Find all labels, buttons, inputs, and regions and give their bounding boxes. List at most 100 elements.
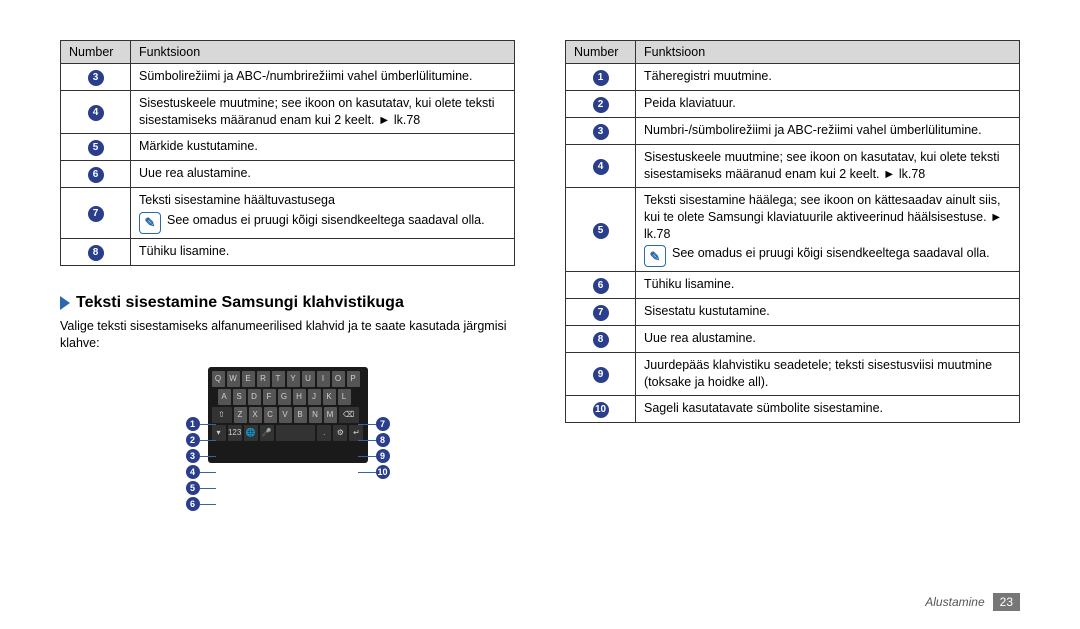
row-number-cell: 9: [566, 353, 636, 396]
callout-number: 7: [376, 417, 390, 431]
callout-number: 4: [186, 465, 200, 479]
number-badge: 8: [88, 245, 104, 261]
keyboard-key: W: [227, 371, 240, 387]
footer-section-label: Alustamine: [925, 595, 984, 609]
row-text: Peida klaviatuur.: [644, 95, 1011, 112]
row-function-cell: Sümbolirežiimi ja ABC-/numbrirežiimi vah…: [131, 64, 515, 91]
col-header-number: Number: [61, 41, 131, 64]
row-function-cell: Sageli kasutatavate sümbolite sisestamin…: [636, 396, 1020, 423]
col-header-function: Funktsioon: [636, 41, 1020, 64]
callout-line: [200, 424, 216, 425]
keyboard-key: P: [347, 371, 360, 387]
row-number-cell: 6: [566, 272, 636, 299]
callout-line: [358, 440, 376, 441]
row-number-cell: 6: [61, 160, 131, 187]
keyboard-key: S: [233, 389, 246, 405]
keyboard-key: E: [242, 371, 255, 387]
number-badge: 3: [593, 124, 609, 140]
row-number-cell: 4: [566, 145, 636, 188]
keyboard-key: I: [317, 371, 330, 387]
table-row: 7 Teksti sisestamine häältuvastusega ✎ See …: [61, 187, 515, 238]
keyboard-key: C: [264, 407, 277, 423]
keyboard-key: D: [248, 389, 261, 405]
table-row: 3 Numbri-/sümbolirežiimi ja ABC-režiimi v…: [566, 118, 1020, 145]
number-badge: 6: [88, 167, 104, 183]
note-row: ✎ See omadus ei pruugi kõigi sisendkeelte…: [139, 212, 506, 234]
callout-number: 3: [186, 449, 200, 463]
chevron-icon: [60, 296, 70, 310]
row-text: Sisestatu kustutamine.: [644, 303, 1011, 320]
callout-number: 9: [376, 449, 390, 463]
number-badge: 9: [593, 367, 609, 383]
number-badge: 3: [88, 70, 104, 86]
keyboard-key: U: [302, 371, 315, 387]
row-text: Juurdepääs klahvistiku seadetele; teksti…: [644, 357, 1011, 391]
keyboard-key: Y: [287, 371, 300, 387]
row-function-cell: Numbri-/sümbolirežiimi ja ABC-režiimi va…: [636, 118, 1020, 145]
keyboard-key: M: [324, 407, 337, 423]
table-row: 8 Tühiku lisamine.: [61, 238, 515, 265]
callout-line: [200, 472, 216, 473]
number-badge: 7: [593, 305, 609, 321]
keyboard-key: B: [294, 407, 307, 423]
settings-key: ⚙: [333, 425, 347, 441]
row-text: Teksti sisestamine häälega; see ikoon on…: [644, 192, 1011, 243]
callout-line: [358, 424, 376, 425]
table-row: 5Märkide kustutamine.: [61, 133, 515, 160]
row-function-cell: Tühiku lisamine.: [636, 272, 1020, 299]
table-row: 5Teksti sisestamine häälega; see ikoon o…: [566, 187, 1020, 272]
callout-line: [200, 440, 216, 441]
row-function-cell: Teksti sisestamine häälega; see ikoon on…: [636, 187, 1020, 272]
row-text: Tühiku lisamine.: [139, 243, 506, 260]
table-row: 2 Peida klaviatuur.: [566, 91, 1020, 118]
row-text: Uue rea alustamine.: [139, 165, 506, 182]
number-badge: 1: [593, 70, 609, 86]
keyboard-key: V: [279, 407, 292, 423]
mode-key: 123: [228, 425, 242, 441]
callout-line: [200, 456, 216, 457]
keyboard-key: Z: [234, 407, 247, 423]
note-row: ✎ See omadus ei pruugi kõigi sisendkeelte…: [644, 245, 1011, 267]
row-text: Sageli kasutatavate sümbolite sisestamin…: [644, 400, 1011, 417]
row-text: Sisestuskeele muutmine; see ikoon on kas…: [139, 95, 506, 129]
page-number: 23: [993, 593, 1020, 611]
table-row: 6 Tühiku lisamine.: [566, 272, 1020, 299]
keyboard-key: Q: [212, 371, 225, 387]
row-text: Uue rea alustamine.: [644, 330, 1011, 347]
note-icon: ✎: [644, 245, 666, 267]
keyboard-key: O: [332, 371, 345, 387]
mic-key: 🎤: [260, 425, 274, 441]
row-function-cell: Sisestuskeele muutmine; see ikoon on kas…: [636, 145, 1020, 188]
row-function-cell: Sisestuskeele muutmine; see ikoon on kas…: [131, 91, 515, 134]
number-badge: 2: [593, 97, 609, 113]
keyboard-key: J: [308, 389, 321, 405]
number-badge: 4: [88, 105, 104, 121]
callout-number: 2: [186, 433, 200, 447]
note-text: See omadus ei pruugi kõigi sisendkeelteg…: [672, 245, 1011, 262]
table-row: 4Sisestuskeele muutmine; see ikoon on ka…: [566, 145, 1020, 188]
table-row: 10 Sageli kasutatavate sümbolite sisestam…: [566, 396, 1020, 423]
keyboard-key: R: [257, 371, 270, 387]
note-text: See omadus ei pruugi kõigi sisendkeelteg…: [167, 212, 506, 229]
row-number-cell: 7: [566, 299, 636, 326]
note-icon: ✎: [139, 212, 161, 234]
table-row: 6 Uue rea alustamine.: [61, 160, 515, 187]
number-badge: 10: [593, 402, 609, 418]
keyboard-key: N: [309, 407, 322, 423]
row-function-cell: Juurdepääs klahvistiku seadetele; teksti…: [636, 353, 1020, 396]
callout-number: 6: [186, 497, 200, 511]
callout-number: 8: [376, 433, 390, 447]
callout-line: [200, 504, 216, 505]
row-text: Täheregistri muutmine.: [644, 68, 1011, 85]
row-function-cell: Teksti sisestamine häältuvastusega ✎ See o…: [131, 187, 515, 238]
row-number-cell: 7: [61, 187, 131, 238]
row-text: Teksti sisestamine häältuvastusega: [139, 192, 506, 209]
keyboard-key: X: [249, 407, 262, 423]
row-number-cell: 4: [61, 91, 131, 134]
row-number-cell: 1: [566, 64, 636, 91]
number-badge: 5: [88, 140, 104, 156]
keyboard-key: F: [263, 389, 276, 405]
row-function-cell: Täheregistri muutmine.: [636, 64, 1020, 91]
lang-key: 🌐: [244, 425, 258, 441]
number-badge: 6: [593, 278, 609, 294]
